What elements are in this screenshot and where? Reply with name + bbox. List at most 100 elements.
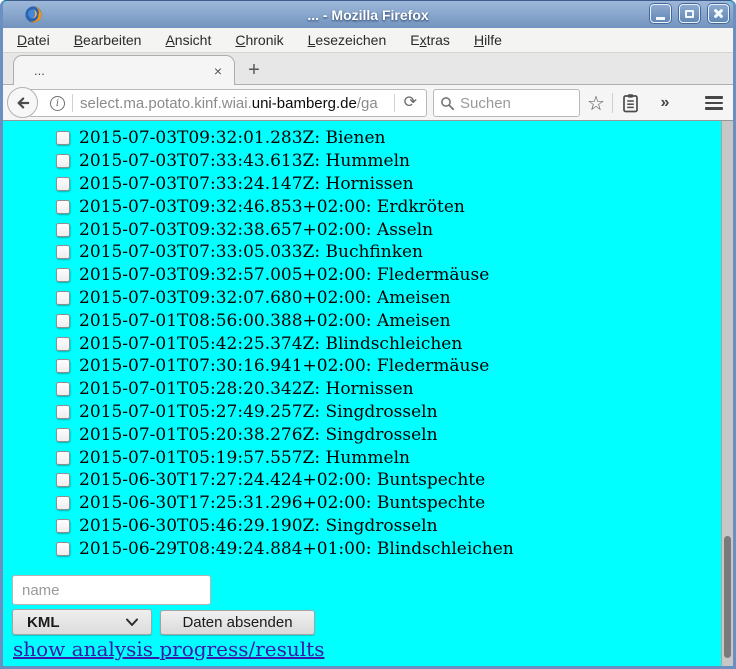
- reload-icon[interactable]: ⟳: [395, 95, 426, 111]
- reload-area: ⟳: [394, 94, 426, 112]
- bookmark-star-icon[interactable]: ☆: [583, 85, 609, 121]
- menu-item-text: nsicht: [175, 32, 212, 48]
- list-item: 2015-07-03T09:32:38.657+02:00: Asseln: [56, 218, 733, 241]
- observation-label: 2015-07-03T09:32:57.005+02:00: Fledermäu…: [79, 265, 489, 285]
- observation-checkbox[interactable]: [56, 131, 70, 145]
- hamburger-menu-icon[interactable]: [699, 85, 729, 121]
- url-bar[interactable]: i select.ma.potato.kinf.wiai.uni-bamberg…: [28, 89, 427, 117]
- window-controls: [650, 4, 729, 23]
- list-item: 2015-06-29T08:49:24.884+01:00: Blindschl…: [56, 537, 733, 560]
- url-prefix: select.ma.potato.kinf.wiai.: [80, 95, 252, 112]
- navigation-bar: i select.ma.potato.kinf.wiai.uni-bamberg…: [3, 85, 733, 121]
- observation-label: 2015-07-01T05:27:49.257Z: Singdrosseln: [79, 402, 438, 422]
- observation-checkbox[interactable]: [56, 291, 70, 305]
- observation-checkbox[interactable]: [56, 382, 70, 396]
- observation-checkbox[interactable]: [56, 473, 70, 487]
- observation-label: 2015-07-01T05:19:57.557Z: Hummeln: [79, 448, 410, 468]
- browser-tab[interactable]: ... ×: [13, 55, 235, 85]
- observation-label: 2015-07-01T07:30:16.941+02:00: Fledermäu…: [79, 356, 489, 376]
- menu-item-accesskey: x: [420, 32, 427, 48]
- menu-item[interactable]: Bearbeiten: [74, 32, 142, 48]
- list-item: 2015-07-03T09:32:57.005+02:00: Fledermäu…: [56, 264, 733, 287]
- list-item: 2015-07-01T05:20:38.276Z: Singdrosseln: [56, 423, 733, 446]
- submit-button[interactable]: Daten absenden: [160, 610, 315, 635]
- observation-checkbox[interactable]: [56, 223, 70, 237]
- list-item: 2015-07-01T05:28:20.342Z: Hornissen: [56, 378, 733, 401]
- list-item: 2015-07-01T05:42:25.374Z: Blindschleiche…: [56, 332, 733, 355]
- format-select-value: KML: [27, 614, 60, 631]
- minimize-icon[interactable]: [650, 4, 671, 23]
- new-tab-button[interactable]: +: [241, 58, 267, 82]
- url-text: select.ma.potato.kinf.wiai.uni-bamberg.d…: [80, 95, 378, 112]
- list-item: 2015-06-30T05:46:29.190Z: Singdrosseln: [56, 515, 733, 538]
- observation-checkbox[interactable]: [56, 314, 70, 328]
- observation-checkbox[interactable]: [56, 154, 70, 168]
- observation-label: 2015-07-03T07:33:43.613Z: Hummeln: [79, 151, 410, 171]
- site-info-icon[interactable]: i: [50, 96, 65, 111]
- url-domain: uni-bamberg.de: [252, 95, 357, 112]
- observation-label: 2015-07-03T07:33:24.147Z: Hornissen: [79, 174, 414, 194]
- list-item: 2015-07-01T08:56:00.388+02:00: Ameisen: [56, 309, 733, 332]
- observation-label: 2015-07-01T05:20:38.276Z: Singdrosseln: [79, 425, 438, 445]
- observation-checkbox[interactable]: [56, 428, 70, 442]
- scrollbar-track[interactable]: [721, 121, 733, 666]
- window-title: ... - Mozilla Firefox: [3, 7, 733, 23]
- menu-item-accesskey: B: [74, 32, 83, 48]
- title-bar: ... - Mozilla Firefox: [3, 1, 733, 28]
- observation-label: 2015-07-03T09:32:01.283Z: Bienen: [79, 128, 385, 148]
- analysis-progress-link[interactable]: show analysis progress/results: [13, 637, 324, 661]
- back-arrow-icon: [15, 95, 31, 111]
- url-separator: [72, 94, 73, 112]
- list-item: 2015-07-03T07:33:05.033Z: Buchfinken: [56, 241, 733, 264]
- menu-item[interactable]: Extras: [410, 32, 450, 48]
- menu-item-accesskey: D: [17, 32, 27, 48]
- observation-label: 2015-07-03T09:32:46.853+02:00: Erdkröten: [79, 197, 465, 217]
- observation-list: 2015-07-03T09:32:01.283Z: Bienen 2015-07…: [3, 121, 733, 560]
- overflow-chevron-icon[interactable]: »: [652, 85, 678, 121]
- tab-bar: ... × +: [3, 53, 733, 85]
- observation-checkbox[interactable]: [56, 451, 70, 465]
- tab-title: ...: [34, 63, 45, 78]
- observation-checkbox[interactable]: [56, 177, 70, 191]
- menu-item-accesskey: H: [474, 32, 484, 48]
- back-button[interactable]: [7, 87, 38, 118]
- observation-checkbox[interactable]: [56, 245, 70, 259]
- observation-label: 2015-07-03T09:32:07.680+02:00: Ameisen: [79, 288, 451, 308]
- observation-label: 2015-07-01T05:42:25.374Z: Blindschleiche…: [79, 334, 462, 354]
- menu-item[interactable]: Datei: [17, 32, 50, 48]
- search-input[interactable]: [460, 95, 573, 112]
- observation-checkbox[interactable]: [56, 496, 70, 510]
- menu-item[interactable]: Lesezeichen: [308, 32, 387, 48]
- menu-bar: Datei Bearbeiten Ansicht Chronik Lesezei…: [3, 28, 733, 53]
- observation-checkbox[interactable]: [56, 405, 70, 419]
- maximize-icon[interactable]: [679, 4, 700, 23]
- chevron-down-icon: [125, 618, 139, 627]
- menu-item-text: atei: [27, 32, 50, 48]
- observation-label: 2015-06-30T17:27:24.424+02:00: Buntspech…: [79, 470, 485, 490]
- scrollbar-thumb[interactable]: [724, 536, 731, 658]
- menu-item-text: tras: [427, 32, 450, 48]
- search-box: [433, 89, 580, 117]
- menu-item[interactable]: Ansicht: [165, 32, 211, 48]
- observation-checkbox[interactable]: [56, 337, 70, 351]
- menu-item-text: E: [410, 32, 419, 48]
- name-input[interactable]: [12, 575, 211, 605]
- menu-item[interactable]: Hilfe: [474, 32, 502, 48]
- menu-item-text: earbeiten: [83, 32, 141, 48]
- url-path: /ga: [357, 95, 378, 112]
- observation-label: 2015-06-30T17:25:31.296+02:00: Buntspech…: [79, 493, 485, 513]
- observation-checkbox[interactable]: [56, 268, 70, 282]
- observation-checkbox[interactable]: [56, 519, 70, 533]
- tab-close-icon[interactable]: ×: [214, 64, 222, 78]
- list-item: 2015-07-03T09:32:07.680+02:00: Ameisen: [56, 287, 733, 310]
- observation-checkbox[interactable]: [56, 359, 70, 373]
- list-item: 2015-07-03T07:33:24.147Z: Hornissen: [56, 173, 733, 196]
- observation-checkbox[interactable]: [56, 542, 70, 556]
- observation-label: 2015-06-30T05:46:29.190Z: Singdrosseln: [79, 516, 438, 536]
- bookmarks-list-icon[interactable]: [616, 85, 644, 121]
- format-select[interactable]: KML: [12, 609, 152, 635]
- observation-checkbox[interactable]: [56, 200, 70, 214]
- menu-item[interactable]: Chronik: [235, 32, 283, 48]
- close-icon[interactable]: [708, 4, 729, 23]
- observation-label: 2015-07-01T08:56:00.388+02:00: Ameisen: [79, 311, 451, 331]
